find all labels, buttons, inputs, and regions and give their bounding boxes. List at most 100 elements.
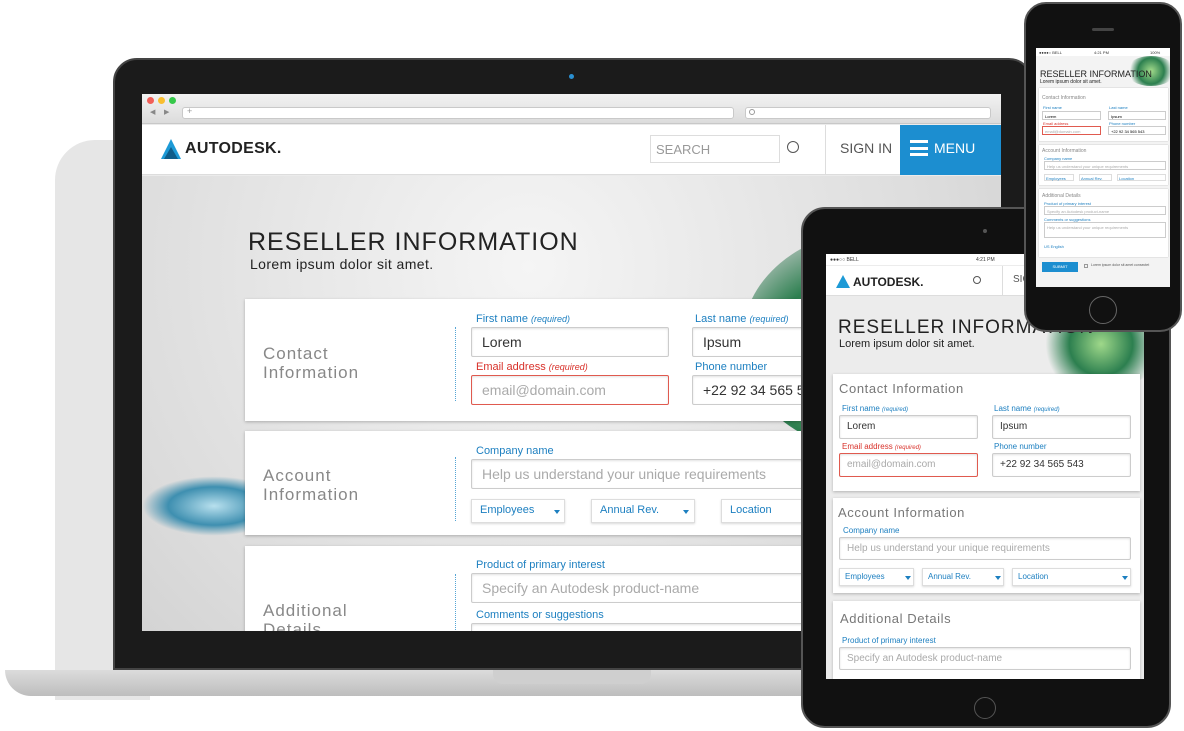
email-label: Email address (required) bbox=[842, 442, 921, 451]
account-heading: Account Information bbox=[263, 466, 360, 504]
phone-speaker bbox=[1092, 28, 1114, 31]
product-input[interactable]: Specify an Autodesk product-name bbox=[471, 573, 825, 603]
back-icon[interactable]: ◀ bbox=[150, 108, 155, 116]
tablet-home-button[interactable] bbox=[974, 697, 996, 719]
menu-button[interactable]: MENU bbox=[900, 125, 1001, 175]
chevron-down-icon bbox=[905, 576, 911, 580]
account-heading: Account Information bbox=[838, 505, 966, 520]
additional-heading: Additional Details bbox=[263, 601, 348, 631]
account-card: Account Information Company name Help us… bbox=[833, 498, 1140, 593]
account-heading: Account Information bbox=[1042, 148, 1087, 154]
chevron-down-icon bbox=[1122, 576, 1128, 580]
carrier: ●●●●○ BELL bbox=[1039, 50, 1062, 55]
forward-icon[interactable]: ▶ bbox=[164, 108, 169, 116]
clock: 4:21 PM bbox=[976, 257, 995, 263]
first-name-label: First name (required) bbox=[476, 313, 571, 325]
first-name-input[interactable]: Lorem bbox=[839, 415, 978, 439]
employees-select[interactable]: Employees bbox=[839, 568, 914, 586]
new-tab-icon[interactable]: + bbox=[187, 106, 192, 116]
minimize-dot[interactable] bbox=[158, 97, 165, 104]
autodesk-logo-icon bbox=[836, 275, 850, 288]
contact-heading: Contact Information bbox=[263, 344, 360, 382]
email-label: Email address (required) bbox=[476, 361, 588, 373]
laptop-notch bbox=[493, 670, 651, 684]
site-search-input[interactable]: SEARCH bbox=[650, 135, 780, 163]
last-name-input[interactable]: Ipsum bbox=[992, 415, 1131, 439]
phone-label: Phone number bbox=[695, 361, 768, 373]
contact-heading: Contact Information bbox=[1042, 95, 1086, 101]
additional-card: Additional Details Product of primary in… bbox=[833, 601, 1140, 679]
comments-input[interactable]: Help us understand your unique requireme… bbox=[1044, 222, 1166, 238]
employees-select[interactable]: Employees bbox=[1044, 174, 1074, 181]
phone-input[interactable]: +22 92 34 565 543 bbox=[992, 453, 1131, 477]
phone-input[interactable]: +22 92 34 565 543 bbox=[1108, 126, 1166, 135]
email-input[interactable]: email@domain.com bbox=[1042, 126, 1101, 135]
page-title: RESELLER INFORMATION bbox=[248, 228, 579, 256]
additional-card: Additional Details Product of primary int… bbox=[245, 546, 825, 631]
decorative-swirl-left bbox=[142, 476, 262, 536]
phone-home-button[interactable] bbox=[1089, 296, 1117, 324]
brand-name[interactable]: AUTODESK. bbox=[853, 275, 923, 289]
contact-card: Contact Information First name (required)… bbox=[245, 299, 825, 421]
location-select[interactable]: Location bbox=[1012, 568, 1131, 586]
additional-heading: Additional Details bbox=[1042, 193, 1081, 199]
language-select[interactable]: US English bbox=[1044, 244, 1064, 249]
search-icon bbox=[749, 109, 755, 115]
annual-revenue-select[interactable]: Annual Rev. bbox=[591, 499, 695, 523]
search-icon[interactable] bbox=[973, 276, 981, 284]
maximize-dot[interactable] bbox=[169, 97, 176, 104]
company-input[interactable]: Help us understand your unique requireme… bbox=[471, 459, 825, 489]
location-select[interactable]: Location bbox=[1117, 174, 1166, 181]
product-input[interactable]: Specify an Autodesk product-name bbox=[1044, 206, 1166, 215]
page-title: RESELLER INFORMATION bbox=[1040, 69, 1152, 79]
first-name-label: First name (required) bbox=[842, 404, 909, 413]
chevron-down-icon bbox=[683, 510, 689, 514]
section-divider bbox=[455, 327, 456, 401]
consent-text: Lorem ipsum dolor sit amet consectet bbox=[1091, 263, 1150, 267]
submit-button[interactable]: SUBMIT bbox=[1042, 262, 1078, 272]
annual-revenue-select[interactable]: Annual Rev. bbox=[1079, 174, 1112, 181]
product-label: Product of primary interest bbox=[842, 636, 936, 645]
header-divider bbox=[825, 125, 826, 175]
annual-revenue-select[interactable]: Annual Rev. bbox=[922, 568, 1004, 586]
comments-input[interactable] bbox=[471, 623, 825, 631]
header-divider bbox=[1002, 266, 1003, 296]
section-divider bbox=[455, 457, 456, 521]
browser-chrome: ◀ ▶ + bbox=[142, 94, 1001, 124]
contact-card: Contact Information First name (required… bbox=[833, 374, 1140, 491]
sign-in-link[interactable]: SIGN IN bbox=[840, 140, 892, 156]
browser-search-bar[interactable] bbox=[745, 107, 991, 119]
battery-level: 100% bbox=[1150, 50, 1161, 55]
clock: 4:21 PM bbox=[1094, 50, 1109, 55]
email-input[interactable]: email@domain.com bbox=[839, 453, 978, 477]
last-name-input[interactable]: Ipsum bbox=[1108, 111, 1166, 120]
account-card: Account Information Company name Help us … bbox=[245, 431, 825, 535]
first-name-input[interactable]: Lorem bbox=[471, 327, 669, 357]
laptop-camera bbox=[569, 74, 574, 79]
phone-status-bar: ●●●●○ BELL 4:21 PM 100% bbox=[1036, 48, 1170, 56]
url-bar[interactable]: + bbox=[182, 106, 734, 119]
consent-checkbox[interactable] bbox=[1084, 264, 1088, 268]
close-dot[interactable] bbox=[147, 97, 154, 104]
page-subtitle: Lorem ipsum dolor sit amet. bbox=[250, 256, 434, 272]
product-input[interactable]: Specify an Autodesk product-name bbox=[839, 647, 1131, 670]
contact-card: Contact Information First name Lorem Las… bbox=[1039, 88, 1168, 141]
company-label: Company name bbox=[843, 526, 900, 535]
carrier: ●●●○○ BELL bbox=[830, 257, 859, 263]
phone-label: Phone number bbox=[994, 442, 1047, 451]
last-name-label: Last name (required) bbox=[994, 404, 1060, 413]
contact-heading: Contact Information bbox=[839, 381, 964, 396]
menu-label: MENU bbox=[934, 140, 976, 156]
search-icon[interactable] bbox=[787, 141, 799, 153]
first-name-input[interactable]: Lorem bbox=[1042, 111, 1101, 120]
last-name-label: Last name (required) bbox=[695, 313, 789, 325]
brand-name[interactable]: AUTODESK. bbox=[185, 140, 282, 158]
company-input[interactable]: Help us understand your unique requireme… bbox=[839, 537, 1131, 560]
chevron-down-icon bbox=[995, 576, 1001, 580]
first-name-label: First name bbox=[1043, 105, 1062, 110]
company-input[interactable]: Help us understand your unique requireme… bbox=[1044, 161, 1166, 170]
chevron-down-icon bbox=[554, 510, 560, 514]
employees-select[interactable]: Employees bbox=[471, 499, 565, 523]
email-input[interactable]: email@domain.com bbox=[471, 375, 669, 405]
company-label: Company name bbox=[476, 445, 554, 457]
